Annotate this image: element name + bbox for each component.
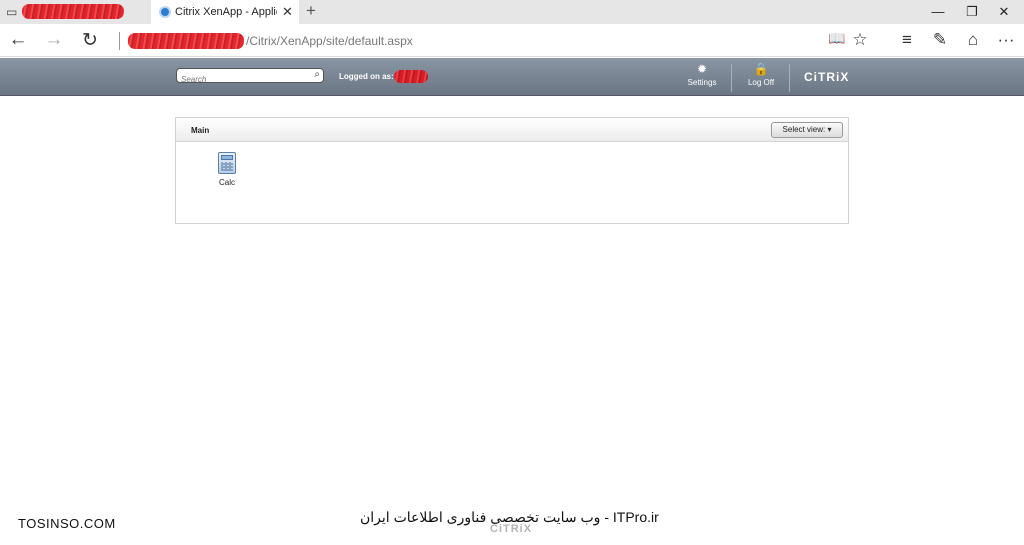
citrix-logo: CiTRiX	[804, 70, 850, 84]
main-app-panel: Main Select view: ▾ Calc	[175, 117, 849, 224]
watermark-tosinso: TOSINSO.COM	[18, 516, 116, 531]
new-tab-button[interactable]: +	[306, 1, 316, 21]
select-view-button[interactable]: Select view: ▾	[771, 122, 843, 138]
panel-header: Main Select view: ▾	[176, 118, 848, 142]
url-divider	[119, 32, 120, 50]
settings-label: Settings	[687, 78, 717, 87]
xenapp-header: ⌕ Logged on as: ✹ Settings 🔒 Log Off CiT…	[0, 58, 1024, 96]
calculator-icon[interactable]	[218, 152, 236, 174]
log-off-label: Log Off	[747, 78, 775, 87]
tab-close-button[interactable]: ✕	[282, 4, 293, 20]
header-divider	[731, 64, 732, 92]
header-divider	[789, 64, 790, 92]
search-icon[interactable]: ⌕	[314, 69, 320, 80]
citrix-favicon-icon	[159, 6, 171, 18]
redaction-mark	[22, 4, 124, 19]
browser-address-bar: ← → ↻ /Citrix/XenApp/site/default.aspx 📖…	[0, 24, 1024, 57]
logged-on-label: Logged on as:	[339, 72, 394, 81]
redaction-mark	[128, 33, 244, 49]
search-box[interactable]: ⌕	[176, 68, 324, 86]
restore-button[interactable]: ❐	[960, 4, 984, 20]
app-label[interactable]: Calc	[213, 178, 241, 187]
forward-button[interactable]: →	[42, 29, 66, 51]
redaction-mark	[394, 70, 428, 83]
favorite-star-icon[interactable]: ☆	[849, 30, 871, 50]
reading-view-icon[interactable]: 📖	[826, 30, 848, 47]
minimize-button[interactable]: —	[926, 4, 950, 19]
lock-icon: 🔒	[753, 62, 769, 76]
refresh-button[interactable]: ↻	[78, 29, 102, 52]
hub-icon[interactable]: ≡	[896, 30, 918, 50]
web-note-icon[interactable]: ✎	[929, 30, 951, 50]
gear-icon: ✹	[696, 62, 708, 76]
more-icon[interactable]: ···	[995, 30, 1017, 50]
share-icon[interactable]: ⌂	[962, 30, 984, 50]
browser-tab-active[interactable]: Citrix XenApp - Applicat ✕	[151, 0, 299, 25]
app-tile-calc[interactable]: Calc	[213, 152, 241, 187]
watermark-citrix-logo: CiTRiX	[490, 523, 533, 535]
tab-preview-icon[interactable]: ▭	[6, 5, 17, 19]
browser-tab-bar: ▭ Citrix XenApp - Applicat ✕ + — ❐ ✕	[0, 0, 1024, 25]
back-button[interactable]: ←	[6, 29, 30, 51]
settings-button[interactable]: ✹ Settings	[680, 62, 724, 87]
tab-title: Citrix XenApp - Applicat	[175, 6, 277, 18]
browser-tab-inactive[interactable]: ▭	[0, 0, 150, 24]
window-close-button[interactable]: ✕	[992, 4, 1016, 20]
panel-title: Main	[191, 126, 210, 135]
url-field[interactable]: /Citrix/XenApp/site/default.aspx	[246, 34, 413, 48]
search-input[interactable]	[181, 73, 309, 86]
log-off-button[interactable]: 🔒 Log Off	[739, 62, 783, 87]
